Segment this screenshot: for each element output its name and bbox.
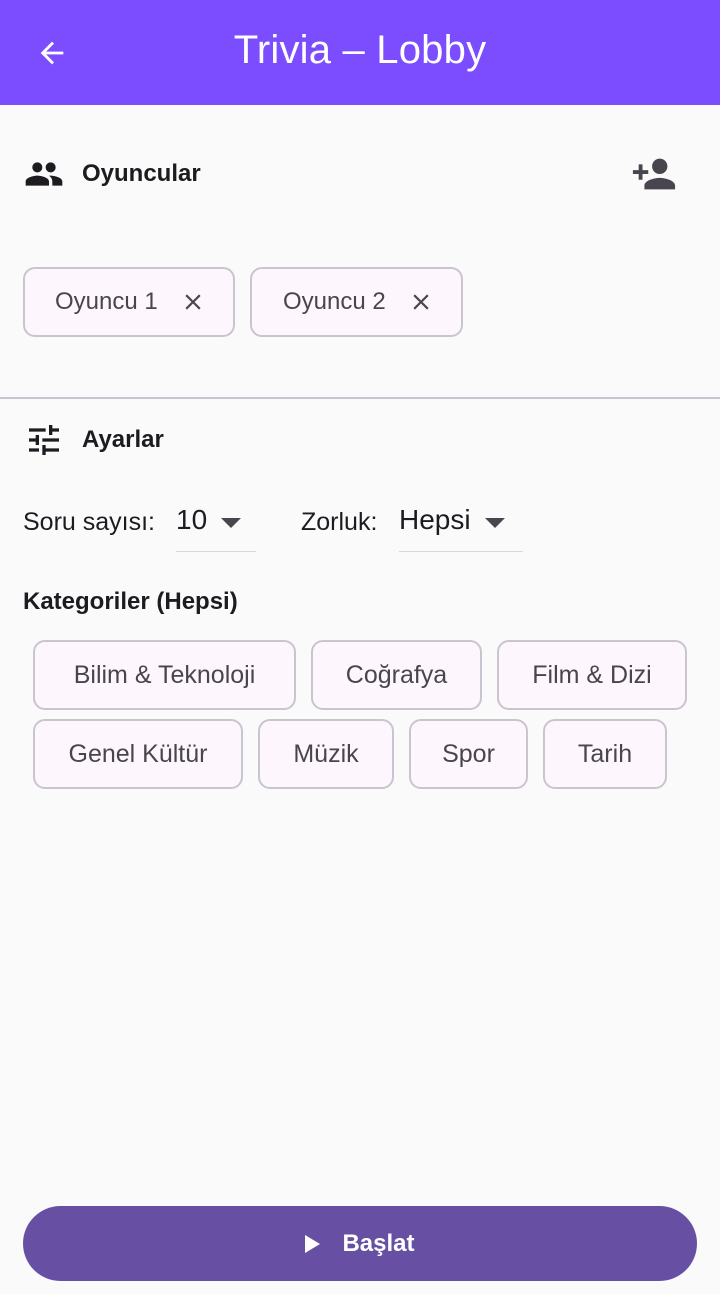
categories-title: Kategoriler (Hepsi): [23, 588, 238, 615]
add-player-button[interactable]: [624, 148, 684, 200]
question-count-label: Soru sayısı:: [23, 508, 155, 536]
app-bar: Trivia – Lobby: [0, 0, 720, 105]
category-chip[interactable]: Müzik: [258, 719, 394, 789]
category-chip[interactable]: Tarih: [543, 719, 667, 789]
settings-header: Ayarlar: [22, 420, 164, 460]
category-chip[interactable]: Spor: [409, 719, 528, 789]
close-icon: [413, 294, 429, 310]
dropdown-arrow-icon: [221, 518, 242, 528]
remove-player-button[interactable]: [408, 289, 434, 315]
page-title: Trivia – Lobby: [233, 28, 487, 72]
close-icon: [185, 294, 201, 310]
players-header: Oyuncular: [22, 154, 201, 194]
start-button-label: Başlat: [342, 1229, 415, 1257]
category-chip[interactable]: Genel Kültür: [33, 719, 243, 789]
dropdown-arrow-icon: [484, 518, 505, 528]
question-count-dropdown[interactable]: 10: [176, 498, 256, 552]
players-title: Oyuncular: [82, 160, 201, 187]
category-chip[interactable]: Bilim & Teknoloji: [33, 640, 296, 710]
play-icon: [305, 1234, 321, 1253]
question-count-value: 10: [176, 504, 208, 535]
settings-title: Ayarlar: [82, 426, 164, 453]
player-chip[interactable]: Oyuncu 2: [250, 267, 463, 337]
player-name: Oyuncu 2: [283, 288, 386, 315]
difficulty-dropdown[interactable]: Hepsi: [399, 498, 523, 552]
remove-player-button[interactable]: [180, 289, 206, 315]
difficulty-label: Zorluk:: [301, 508, 378, 536]
person-add-icon: [632, 158, 676, 190]
start-button[interactable]: Başlat: [23, 1206, 697, 1281]
category-chip[interactable]: Coğrafya: [311, 640, 482, 710]
category-chip[interactable]: Film & Dizi: [497, 640, 687, 710]
section-divider: [0, 397, 720, 399]
player-name: Oyuncu 1: [55, 288, 158, 315]
difficulty-value: Hepsi: [399, 504, 471, 535]
tune-icon: [29, 425, 59, 455]
player-chip[interactable]: Oyuncu 1: [23, 267, 235, 337]
group-icon: [25, 162, 63, 186]
